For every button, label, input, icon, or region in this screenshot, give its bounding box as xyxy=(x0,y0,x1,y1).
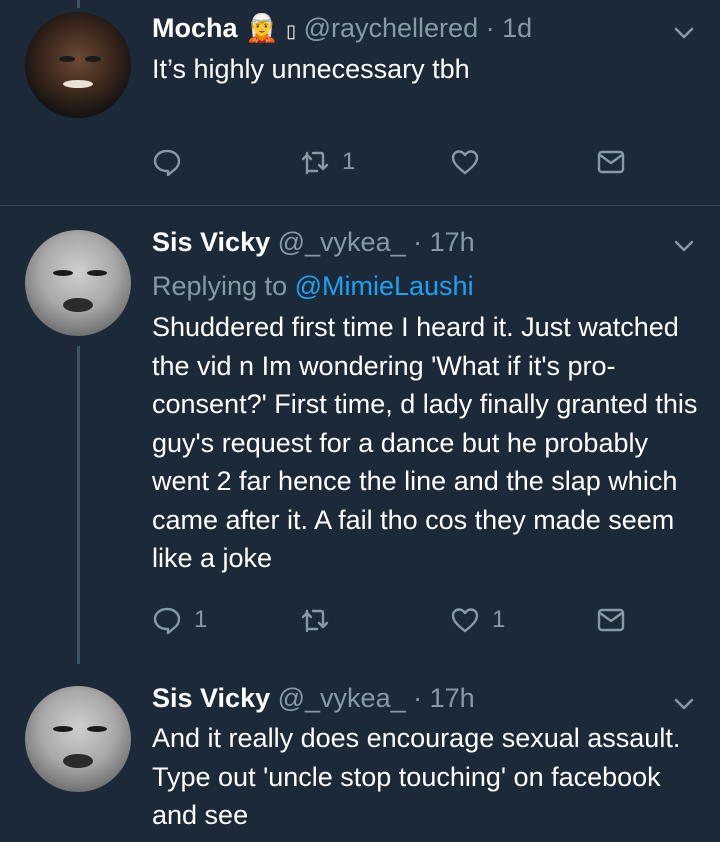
envelope-icon xyxy=(597,150,625,174)
avatar[interactable] xyxy=(25,230,131,336)
tweet-2[interactable]: Sis Vicky @_vykea_ · 17h Replying to @Mi… xyxy=(0,206,720,666)
retweet-button[interactable] xyxy=(300,603,342,637)
display-name[interactable]: Sis Vicky xyxy=(152,683,270,713)
tweet-text: Shuddered first time I heard it. Just wa… xyxy=(152,312,698,573)
replying-to-mention[interactable]: @MimieLaushi xyxy=(295,271,474,301)
tweet-text: It’s highly unnecessary tbh xyxy=(152,54,470,84)
replying-to-line: Replying to @MimieLaushi xyxy=(152,270,474,302)
display-name[interactable]: Mocha xyxy=(152,13,238,43)
retweet-button[interactable]: 1 xyxy=(300,145,355,179)
direct-message-button[interactable] xyxy=(596,603,626,637)
chevron-down-icon[interactable] xyxy=(672,692,696,716)
reply-button[interactable]: 1 xyxy=(152,603,207,637)
retweet-count: 1 xyxy=(342,148,356,175)
separator-dot: · xyxy=(413,227,423,257)
emoji-badge: 🧝 xyxy=(245,13,279,43)
avatar[interactable] xyxy=(25,686,131,792)
tweet-text: And it really does encourage sexual assa… xyxy=(152,723,681,830)
reply-icon xyxy=(153,149,181,177)
user-handle[interactable]: @_vykea_ xyxy=(278,227,406,257)
unknown-glyph: ▯ xyxy=(286,21,297,41)
user-handle[interactable]: @_vykea_ xyxy=(278,683,406,713)
tweet-actions: 1 xyxy=(152,145,652,179)
timestamp[interactable]: 1d xyxy=(502,13,532,43)
heart-icon xyxy=(451,150,479,175)
timestamp[interactable]: 17h xyxy=(430,227,475,257)
tweet-header: Sis Vicky @_vykea_ · 17h xyxy=(152,682,475,714)
avatar[interactable] xyxy=(25,12,131,118)
separator-dot: · xyxy=(413,683,423,713)
envelope-icon xyxy=(597,608,625,632)
replying-to-label: Replying to xyxy=(152,271,288,301)
reply-button[interactable] xyxy=(152,145,194,179)
thread-line xyxy=(77,346,80,664)
like-count: 1 xyxy=(492,606,506,633)
display-name[interactable]: Sis Vicky xyxy=(152,227,270,257)
retweet-icon xyxy=(301,609,329,633)
separator-dot: · xyxy=(485,13,495,43)
tweet-actions: 1 1 xyxy=(152,603,652,637)
user-handle[interactable]: @raychellered xyxy=(304,13,479,43)
tweet-1[interactable]: Mocha 🧝 ▯ @raychellered · 1d It’s highly… xyxy=(0,0,720,205)
tweet-header: Sis Vicky @_vykea_ · 17h xyxy=(152,226,475,258)
chevron-down-icon[interactable] xyxy=(672,234,696,258)
reply-icon xyxy=(153,607,181,635)
timestamp[interactable]: 17h xyxy=(430,683,475,713)
like-button[interactable] xyxy=(450,145,492,179)
tweet-header: Mocha 🧝 ▯ @raychellered · 1d xyxy=(152,12,532,47)
heart-icon xyxy=(451,608,479,633)
tweet-3[interactable]: Sis Vicky @_vykea_ · 17h And it really d… xyxy=(0,666,720,842)
direct-message-button[interactable] xyxy=(596,145,626,179)
retweet-icon xyxy=(301,151,329,175)
chevron-down-icon[interactable] xyxy=(672,21,696,45)
like-button[interactable]: 1 xyxy=(450,603,505,637)
reply-count: 1 xyxy=(194,606,208,633)
